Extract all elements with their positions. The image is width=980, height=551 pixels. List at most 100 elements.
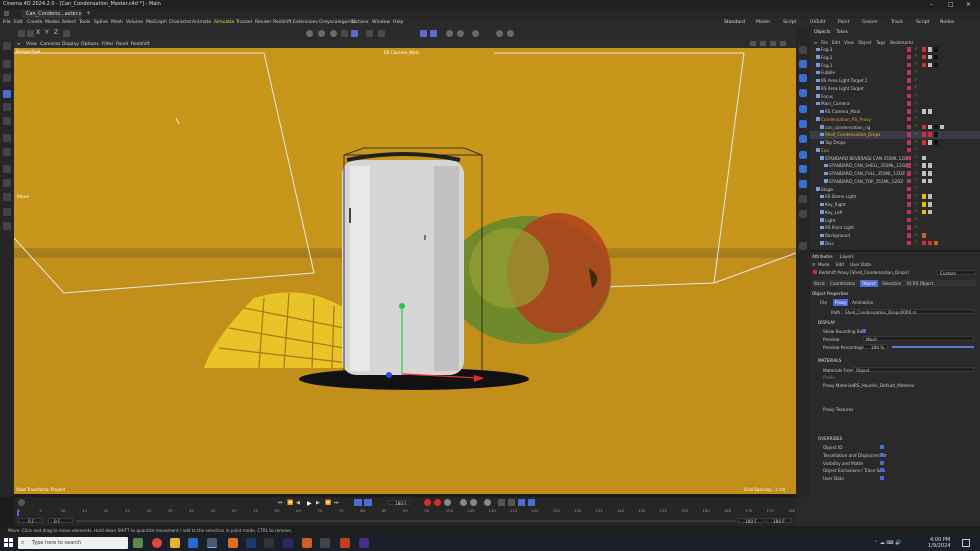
object-name[interactable]: Background (825, 233, 850, 238)
object-name[interactable]: Disc (825, 241, 834, 246)
taskbar-search-box[interactable]: ⌕ Type here to search (18, 537, 128, 549)
end-frame-field-2[interactable]: 180 F (766, 518, 792, 524)
materials-from-dropdown[interactable]: Object (853, 367, 974, 373)
file-tab[interactable]: File (820, 300, 827, 305)
prev-frame-icon[interactable]: ◀ (296, 500, 300, 506)
object-row[interactable]: RS Dome Light ✓ (810, 193, 980, 201)
layer-color-swatch[interactable] (907, 78, 911, 83)
chrome-icon[interactable] (152, 538, 162, 548)
object-row[interactable]: STANDARD_CAN_FULL_355ML_12OZ ✓ (810, 170, 980, 178)
object-tag-icon[interactable] (934, 140, 938, 145)
object-name[interactable]: RS Dome Light (825, 194, 856, 199)
axis-z-icon[interactable]: Z (54, 29, 61, 36)
go-to-end-icon[interactable]: ⏭ (334, 500, 339, 506)
visibility-check-icon[interactable]: ✓ (914, 233, 918, 238)
start-frame-field-2[interactable]: 0 F (48, 518, 73, 524)
object-row[interactable]: RS Area Light.Target.1 ✓ (810, 77, 980, 85)
current-frame-field[interactable]: 180 F (388, 500, 410, 506)
grid-snap-icon[interactable] (430, 30, 437, 37)
object-tag-icon[interactable] (922, 209, 926, 215)
object-row[interactable]: Disc ✓ (810, 240, 980, 248)
deformer-icon[interactable] (799, 105, 807, 113)
layer-color-swatch[interactable] (907, 155, 911, 160)
playhead[interactable] (17, 510, 19, 516)
attr-menu-user-data[interactable]: User Data (850, 262, 871, 267)
visibility-check-icon[interactable]: ✓ (914, 62, 918, 67)
viewport-menu-panel[interactable]: Panel (116, 42, 128, 47)
viewport-move-icon[interactable] (760, 41, 766, 46)
menu-mograph[interactable]: MoGraph (146, 20, 167, 25)
3d-viewport[interactable]: Perspective RS Camera_Main Move View Tra… (14, 48, 796, 494)
key-rotation-icon[interactable] (470, 499, 477, 506)
generator-icon[interactable] (799, 89, 807, 97)
viewport-zoom-icon[interactable] (770, 41, 776, 46)
notifications-icon[interactable] (962, 539, 970, 547)
layer-color-swatch[interactable] (907, 62, 911, 67)
keyframe-selection-icon[interactable] (444, 499, 451, 506)
tab-objects[interactable]: Objects (814, 30, 831, 35)
attribute-icon[interactable] (799, 242, 807, 250)
object-row[interactable]: Fog.2 ✓ (810, 54, 980, 62)
todo-icon[interactable] (188, 538, 198, 548)
object-name[interactable]: Top Drops (825, 140, 846, 145)
visibility-check-icon[interactable]: ✓ (914, 178, 918, 183)
app-icon-10[interactable] (320, 538, 330, 548)
object-tag-icon[interactable] (922, 140, 926, 145)
subtab-id-rs-object[interactable]: ID RS Object (907, 281, 933, 286)
timeline-ruler[interactable]: 0 5 10 15 20 25 30 35 40 45 50 55 60 65 70 75 80 85 90 95 10… (14, 508, 796, 516)
media-encoder-icon[interactable] (359, 538, 369, 548)
menu-octane[interactable]: Octane (352, 20, 369, 25)
next-frame-icon[interactable]: ▶ (316, 500, 320, 506)
override-checkbox[interactable] (880, 460, 884, 465)
coord-system-icon[interactable] (63, 30, 70, 37)
object-name[interactable]: STANDARD_CAN_SHELL_355ML_12OZ (829, 163, 908, 168)
add-tab-icon[interactable]: + (86, 10, 91, 17)
object-tag-icon[interactable] (928, 124, 932, 129)
layer-color-swatch[interactable] (907, 147, 911, 153)
visibility-check-icon[interactable]: ✓ (914, 93, 918, 98)
axis-x-icon[interactable]: X (36, 29, 43, 36)
material-icon[interactable] (799, 210, 807, 218)
object-name[interactable]: RS Area Light.Target (821, 86, 864, 91)
redo-icon[interactable] (27, 30, 34, 37)
render-settings-icon[interactable] (799, 195, 807, 203)
menu-extensions[interactable]: Extensions (293, 20, 318, 25)
close-button[interactable]: ✕ (966, 1, 971, 8)
magnet-icon[interactable] (3, 165, 11, 173)
layer-color-swatch[interactable] (907, 194, 911, 199)
object-row[interactable]: Key_Right ✓ (810, 201, 980, 209)
preview-percentage-slider[interactable] (892, 346, 974, 348)
tab-takes[interactable]: Takes (836, 30, 848, 35)
layer-color-swatch[interactable] (907, 217, 911, 222)
layer-color-swatch[interactable] (907, 101, 911, 106)
select-tool-icon[interactable] (3, 60, 11, 68)
timeline-settings-icon[interactable] (18, 499, 25, 506)
undo-icon[interactable] (18, 30, 25, 37)
knife-icon[interactable] (3, 134, 11, 142)
visibility-check-icon[interactable]: ✓ (914, 132, 918, 137)
override-checkbox[interactable] (880, 445, 884, 449)
object-row[interactable]: STANDARD_CAN_TOP_355ML_12OZ ✓ (810, 178, 980, 186)
object-name[interactable]: Shell_Condensation_Drops (825, 132, 880, 137)
objects-menu-file[interactable]: File (821, 40, 828, 45)
objects-menu-tags[interactable]: Tags (876, 40, 885, 45)
object-tag-icon[interactable] (934, 124, 938, 129)
visibility-check-icon[interactable]: ✓ (914, 140, 918, 145)
extrude-icon[interactable] (3, 148, 11, 156)
object-row[interactable]: Stage ✓ (810, 186, 980, 194)
layer-color-swatch[interactable] (907, 140, 911, 145)
cube-icon[interactable] (341, 30, 348, 37)
object-tag-icon[interactable] (922, 178, 926, 184)
viewport-menu-icon[interactable]: ≡ (17, 41, 20, 46)
object-name[interactable]: STANDARD BEVERAGE CAN 355ML 12OZ (825, 156, 910, 161)
object-tag-icon[interactable] (922, 155, 926, 160)
menu-volume[interactable]: Volume (126, 20, 143, 25)
scene-icon[interactable] (799, 135, 807, 143)
object-tag-icon[interactable] (922, 109, 926, 114)
object-row[interactable]: Shell_Condensation_Drops ✓ (810, 131, 980, 139)
object-name[interactable]: Key_Right (825, 202, 846, 207)
layer-color-swatch[interactable] (907, 70, 911, 75)
menu-modes[interactable]: Modes (45, 20, 60, 25)
blender-icon[interactable] (228, 538, 238, 548)
layout-nodes[interactable]: Nodes (940, 20, 954, 25)
